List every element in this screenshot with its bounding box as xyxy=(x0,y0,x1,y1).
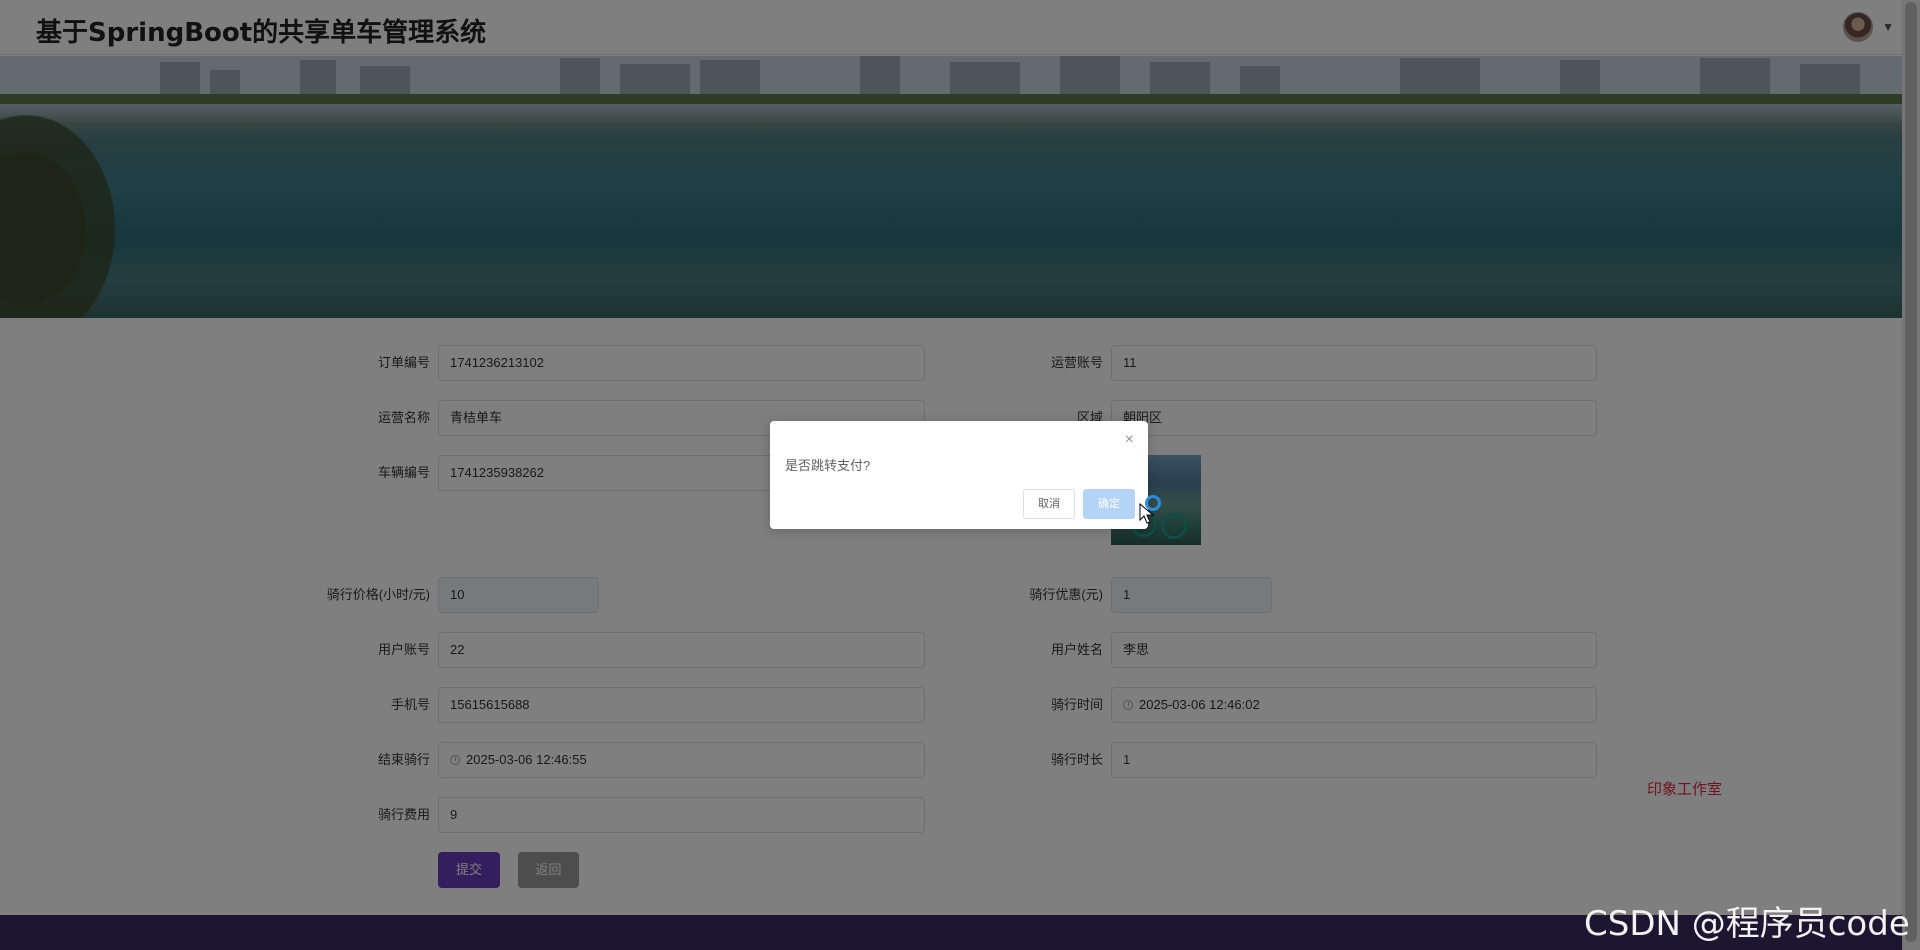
close-icon[interactable]: × xyxy=(1125,431,1134,449)
confirm-button[interactable]: 确定 xyxy=(1083,489,1135,519)
cancel-button[interactable]: 取消 xyxy=(1023,489,1075,519)
dialog-message: 是否跳转支付? xyxy=(785,458,871,473)
mouse-cursor xyxy=(1139,503,1155,524)
confirm-dialog: × 是否跳转支付? 取消 确定 xyxy=(770,421,1148,529)
csdn-watermark: CSDN @程序员code xyxy=(1584,904,1910,944)
